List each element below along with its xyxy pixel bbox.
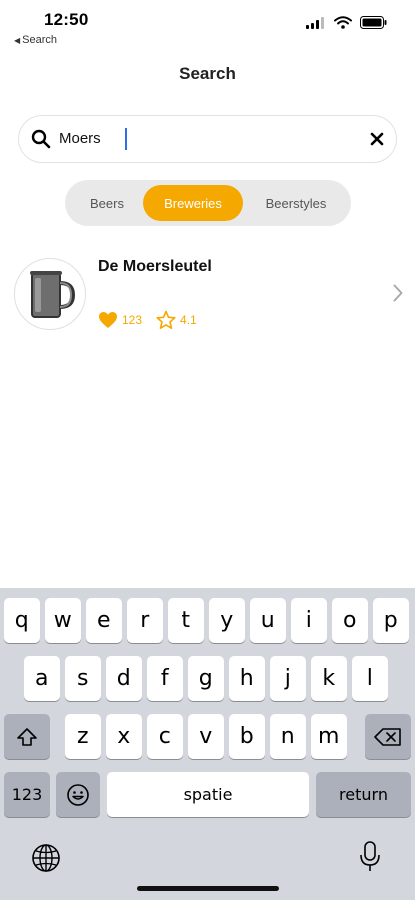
- key-l[interactable]: l: [352, 656, 388, 701]
- search-box[interactable]: [18, 115, 397, 163]
- backspace-icon: [374, 727, 401, 746]
- home-indicator: [137, 886, 279, 891]
- emoji-key[interactable]: [56, 772, 100, 817]
- star-icon: [156, 310, 176, 329]
- category-segmented-control: Beers Breweries Beerstyles: [65, 180, 351, 226]
- key-r[interactable]: r: [127, 598, 163, 643]
- status-time: 12:50: [44, 10, 89, 29]
- key-v[interactable]: v: [188, 714, 224, 759]
- shift-key[interactable]: [4, 714, 50, 759]
- key-x[interactable]: x: [106, 714, 142, 759]
- key-a[interactable]: a: [24, 656, 60, 701]
- key-u[interactable]: u: [250, 598, 286, 643]
- key-e[interactable]: e: [86, 598, 122, 643]
- back-to-app-label: Search: [22, 34, 58, 46]
- beer-mug-icon: [30, 271, 76, 318]
- space-key[interactable]: spatie: [107, 772, 309, 817]
- key-s[interactable]: s: [65, 656, 101, 701]
- tab-breweries[interactable]: Breweries: [143, 185, 243, 221]
- key-c[interactable]: c: [147, 714, 183, 759]
- onscreen-keyboard: qwertyuiop asdfghjkl zxcvbnm 123 spatie …: [0, 588, 415, 900]
- rating-stat: 4.1: [156, 310, 197, 330]
- key-t[interactable]: t: [168, 598, 204, 643]
- tab-beers[interactable]: Beers: [71, 185, 143, 221]
- key-w[interactable]: w: [45, 598, 81, 643]
- key-k[interactable]: k: [311, 656, 347, 701]
- return-key[interactable]: return: [316, 772, 411, 817]
- cellular-signal-icon: [306, 16, 324, 29]
- back-to-app-link[interactable]: ◀ Search: [14, 34, 57, 46]
- key-n[interactable]: n: [270, 714, 306, 759]
- battery-icon: [360, 16, 387, 29]
- rating-value: 4.1: [180, 313, 197, 327]
- key-z[interactable]: z: [65, 714, 101, 759]
- likes-count: 123: [122, 313, 143, 327]
- key-m[interactable]: m: [311, 714, 347, 759]
- numbers-key[interactable]: 123: [4, 772, 50, 817]
- shift-arrow-icon: [17, 727, 37, 746]
- status-bar: 12:50 ◀ Search: [0, 0, 415, 50]
- page-title: Search: [179, 64, 236, 83]
- tab-beerstyles[interactable]: Beerstyles: [247, 185, 345, 221]
- text-cursor: [125, 128, 127, 150]
- emoji-icon: [67, 783, 89, 806]
- clear-search-icon[interactable]: [368, 130, 386, 148]
- likes-stat: 123: [98, 311, 142, 329]
- key-g[interactable]: g: [188, 656, 224, 701]
- key-d[interactable]: d: [106, 656, 142, 701]
- key-p[interactable]: p: [373, 598, 409, 643]
- key-y[interactable]: y: [209, 598, 245, 643]
- globe-icon[interactable]: [31, 843, 61, 873]
- heart-icon: [99, 312, 117, 328]
- key-j[interactable]: j: [270, 656, 306, 701]
- back-triangle-icon: ◀: [14, 36, 21, 45]
- list-item[interactable]: De Moersleutel 123 4.1: [0, 246, 415, 346]
- key-h[interactable]: h: [229, 656, 265, 701]
- key-f[interactable]: f: [147, 656, 183, 701]
- chevron-right-icon: [393, 284, 403, 302]
- status-icons: [306, 16, 387, 29]
- search-icon: [31, 129, 51, 149]
- brewery-name: De Moersleutel: [98, 258, 212, 275]
- microphone-icon[interactable]: [359, 841, 381, 873]
- brewery-stats: 123 4.1: [98, 310, 211, 330]
- key-q[interactable]: q: [4, 598, 40, 643]
- backspace-key[interactable]: [365, 714, 411, 759]
- key-b[interactable]: b: [229, 714, 265, 759]
- key-i[interactable]: i: [291, 598, 327, 643]
- brewery-avatar: [14, 258, 86, 330]
- search-input[interactable]: [59, 116, 349, 161]
- key-o[interactable]: o: [332, 598, 368, 643]
- wifi-icon: [334, 16, 352, 29]
